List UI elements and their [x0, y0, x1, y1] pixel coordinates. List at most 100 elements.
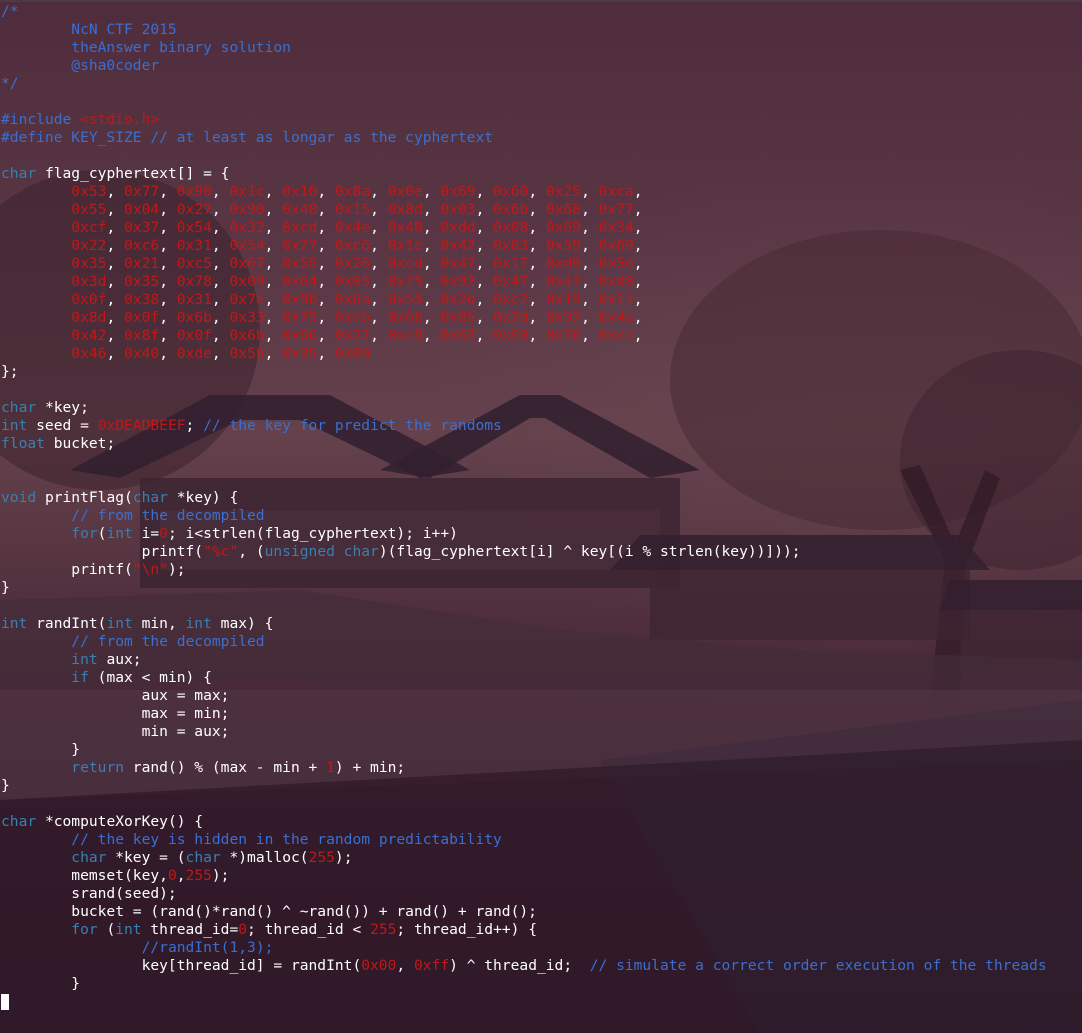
code-token-plain: srand(seed); [1, 885, 177, 902]
code-token-plain: , [581, 309, 599, 326]
code-token-comment: // the key for predict the randoms [203, 417, 502, 434]
code-token-plain: , [633, 183, 643, 200]
code-token-num: 0x0f [124, 309, 160, 326]
code-token-plain: , [106, 183, 125, 200]
code-token-num: 0x40 [387, 219, 423, 236]
code-token-plain: ; i<strlen(flag_cyphertext); i++) [167, 525, 458, 542]
code-token-num: 0x6b [229, 327, 265, 344]
code-token-num: 0x59 [545, 237, 582, 254]
code-token-plain: , [581, 237, 599, 254]
code-token-plain: , [159, 183, 177, 200]
code-token-plain: , [211, 201, 230, 218]
code-token-plain: flag_cyphertext[] = { [36, 165, 230, 182]
window-top-border [0, 0, 1082, 2]
code-token-num: 0xc9 [387, 327, 423, 344]
code-token-plain: , [317, 201, 335, 218]
code-token-plain: ; [185, 417, 204, 434]
code-token-num: 0x03 [440, 201, 476, 218]
code-token-num: 0x35 [124, 273, 160, 290]
code-token-plain: , [211, 219, 230, 236]
code-token-plain: , [264, 273, 283, 290]
code-token-plain: aux = max; [1, 687, 230, 704]
code-token-plain: , [581, 291, 599, 308]
code-token-plain: , [264, 345, 283, 362]
code-token-plain: , [633, 273, 643, 290]
code-token-plain: printFlag( [36, 489, 133, 506]
code-line: theAnswer binary solution [1, 39, 1047, 57]
code-token-plain: i= [132, 525, 160, 542]
code-line: 0x46, 0x40, 0xde, 0x5b, 0x35, 0x00 [1, 345, 1047, 363]
code-token-plain: min, [132, 615, 186, 632]
code-token-str: "%c" [203, 543, 239, 560]
code-token-plain: , [528, 327, 546, 344]
code-line: /* [1, 3, 1047, 21]
code-token-num: 0x69 [545, 219, 582, 236]
code-token-plain: , [422, 237, 441, 254]
code-token-plain: ; thread_id < [247, 921, 371, 938]
code-token-num: 0x00 [334, 345, 371, 362]
code-token-num: 0x6a [334, 291, 371, 308]
code-token-num: 0x22 [71, 237, 107, 254]
code-token-plain: , [159, 255, 177, 272]
code-token-num: 0x05 [440, 309, 476, 326]
code-token-num: 0x25 [545, 183, 582, 200]
code-line: NcN CTF 2015 [1, 21, 1047, 39]
code-token-comment: // from the decompiled [71, 633, 265, 650]
code-token-plain: , [581, 255, 599, 272]
code-line: aux = max; [1, 687, 1047, 705]
code-token-plain: memset(key, [1, 867, 168, 884]
code-token-num: 0x78 [176, 273, 212, 290]
code-line: float bucket; [1, 435, 1047, 453]
code-token-num: 0x47 [440, 255, 476, 272]
code-token-plain: max = min; [1, 705, 230, 722]
code-line: 0x35, 0x21, 0xc5, 0x67, 0x55, 0x26, 0xcd… [1, 255, 1047, 273]
code-token-plain: , [211, 183, 230, 200]
code-token-num: 0x40 [124, 345, 160, 362]
code-line: } [1, 975, 1047, 993]
code-token-plain: , [370, 183, 388, 200]
code-token-num: 0x21 [124, 255, 160, 272]
code-token-comment: theAnswer binary solution [1, 39, 291, 56]
code-line: }; [1, 363, 1047, 381]
code-token-num: 0x04 [124, 201, 160, 218]
code-editor-text[interactable]: /* NcN CTF 2015 theAnswer binary solutio… [1, 3, 1047, 993]
code-token-plain: ) ^ thread_id; [449, 957, 590, 974]
code-line: for(int i=0; i<strlen(flag_cyphertext); … [1, 525, 1047, 543]
code-token-plain: , [211, 237, 230, 254]
code-line: 0x3d, 0x35, 0x78, 0x09, 0x64, 0x05, 0x25… [1, 273, 1047, 291]
code-token-num: 0xc6 [124, 237, 160, 254]
code-token-plain: , [264, 255, 283, 272]
code-token-num: 0x27 [176, 201, 212, 218]
code-token-num: 0x35 [71, 255, 107, 272]
code-line: int randInt(int min, int max) { [1, 615, 1047, 633]
code-line: int aux; [1, 651, 1047, 669]
code-token-plain: , [106, 273, 125, 290]
code-token-num: 0 [167, 867, 177, 884]
code-token-num: 0x7e [229, 291, 265, 308]
code-token-plain: , [159, 327, 177, 344]
code-token-plain: , [264, 219, 283, 236]
code-token-plain: , [106, 237, 125, 254]
code-token-type: int [106, 615, 133, 632]
code-token-plain: ); [334, 849, 353, 866]
code-token-plain: printf( [1, 561, 133, 578]
code-token-plain: , [396, 957, 414, 974]
code-token-plain: , [317, 309, 335, 326]
code-token-num: 0x27 [282, 237, 318, 254]
code-token-plain: , [317, 291, 335, 308]
code-token-plain: ; thread_id++) { [396, 921, 538, 938]
code-token-num: 0x55 [387, 291, 423, 308]
code-token-plain: , [422, 183, 441, 200]
